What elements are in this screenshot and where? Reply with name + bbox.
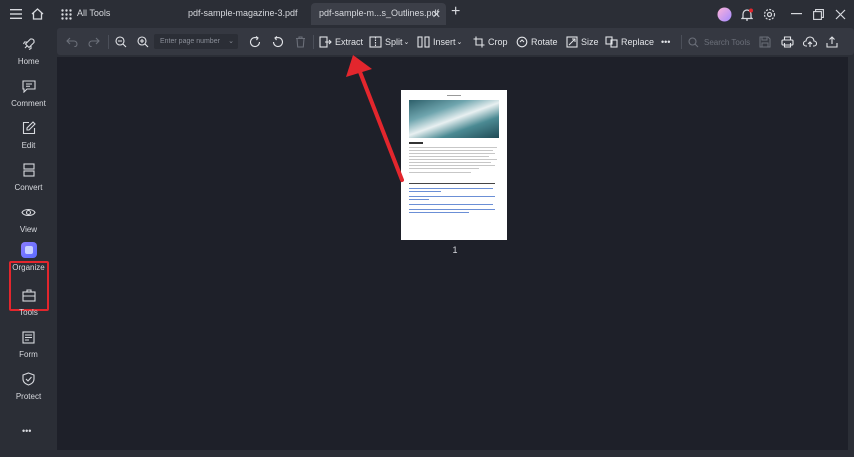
- sidebar-item-view[interactable]: View: [0, 201, 57, 241]
- annotation-arrow: [346, 55, 404, 182]
- all-tools-label[interactable]: All Tools: [77, 8, 110, 18]
- sidebar-item-label: Protect: [15, 392, 42, 401]
- share-icon[interactable]: [826, 34, 841, 50]
- home-icon[interactable]: [29, 6, 45, 22]
- zoom-in-icon[interactable]: [137, 34, 152, 50]
- rotate-icon: [516, 36, 528, 48]
- toolbar-divider: [313, 35, 314, 49]
- search-icon: [688, 36, 699, 47]
- tab-magazine[interactable]: pdf-sample-magazine-3.pdf: [188, 8, 298, 18]
- split-icon: [369, 36, 382, 48]
- avatar[interactable]: [716, 6, 732, 22]
- thumb-link-line: [409, 204, 493, 205]
- vertical-scrollbar[interactable]: [848, 57, 854, 450]
- insert-label: Insert: [433, 37, 456, 47]
- thumb-link-line: [409, 196, 495, 197]
- sidebar-item-label: Comment: [11, 99, 46, 108]
- print-icon[interactable]: [781, 34, 797, 50]
- toolbar-divider: [108, 35, 109, 49]
- rotate-left-icon[interactable]: [249, 34, 264, 50]
- tab-outlines-label: pdf-sample-m...s_Outlines.pdf: [319, 8, 440, 18]
- zoom-out-icon[interactable]: [115, 34, 130, 50]
- hamburger-menu-icon[interactable]: [8, 6, 24, 22]
- organize-toolbar: Enter page number ⌄ Extract Split ⌄ Inse…: [57, 28, 854, 55]
- crop-icon: [473, 36, 485, 48]
- all-tools-grid-icon[interactable]: [58, 6, 74, 22]
- toolbox-icon: [21, 287, 37, 303]
- toolbar-divider: [681, 35, 682, 49]
- size-icon: [566, 36, 578, 48]
- extract-button[interactable]: Extract: [319, 34, 363, 50]
- split-button[interactable]: Split ⌄: [369, 34, 409, 50]
- save-icon[interactable]: [759, 34, 774, 50]
- insert-icon: [417, 36, 430, 48]
- form-icon: [21, 329, 37, 345]
- sidebar-item-label: Home: [17, 57, 40, 66]
- delete-page-icon[interactable]: [295, 34, 309, 50]
- sidebar-item-label: Organize: [12, 263, 45, 272]
- undo-icon[interactable]: [66, 34, 81, 50]
- replace-icon: [605, 36, 618, 48]
- split-label: Split: [385, 37, 403, 47]
- bell-icon[interactable]: [739, 6, 755, 22]
- minimize-icon[interactable]: [788, 6, 804, 22]
- sidebar-item-home[interactable]: Home: [0, 33, 57, 73]
- sidebar-item-form[interactable]: Form: [0, 326, 57, 366]
- sidebar-item-label: Form: [19, 350, 38, 359]
- chevron-down-icon[interactable]: ⌄: [228, 37, 234, 45]
- redo-icon[interactable]: [88, 34, 103, 50]
- extract-label: Extract: [335, 37, 364, 47]
- tab-close-icon[interactable]: ✕: [432, 8, 441, 21]
- comment-icon: [21, 78, 37, 94]
- organize-icon: [20, 242, 37, 258]
- rocket-icon: [21, 36, 37, 52]
- sidebar-item-tools[interactable]: Tools: [0, 284, 57, 324]
- close-window-icon[interactable]: [832, 6, 848, 22]
- size-label: Size: [581, 37, 599, 47]
- settings-gear-icon[interactable]: [761, 6, 777, 22]
- sidebar-item-label: Convert: [14, 183, 43, 192]
- rotate-button[interactable]: Rotate: [516, 34, 558, 50]
- sidebar-item-comment[interactable]: Comment: [0, 75, 57, 115]
- thumb-link-line: [409, 209, 495, 210]
- size-button[interactable]: Size: [566, 34, 599, 50]
- insert-button[interactable]: Insert ⌄: [417, 34, 462, 50]
- page-number-input[interactable]: Enter page number ⌄: [154, 34, 238, 49]
- rotate-label: Rotate: [531, 37, 558, 47]
- sidebar-item-label: Edit: [21, 141, 36, 150]
- cloud-upload-icon[interactable]: [803, 34, 820, 50]
- rotate-right-icon[interactable]: [272, 34, 287, 50]
- chevron-down-icon: ⌄: [456, 39, 463, 46]
- more-options-icon[interactable]: •••: [661, 34, 670, 50]
- shield-icon: [21, 371, 37, 387]
- sidebar-item-label: Tools: [19, 308, 38, 317]
- tab-outlines-active[interactable]: pdf-sample-m...s_Outlines.pdf ✕: [311, 3, 446, 25]
- crop-button[interactable]: Crop: [473, 34, 508, 50]
- chevron-down-icon: ⌄: [403, 39, 410, 46]
- page-number-placeholder: Enter page number: [160, 38, 220, 45]
- edit-icon: [21, 120, 37, 136]
- search-tools-input[interactable]: Search Tools: [688, 34, 750, 50]
- sidebar-item-label: View: [19, 225, 38, 234]
- search-tools-placeholder: Search Tools: [704, 37, 751, 47]
- sidebar-item-organize[interactable]: Organize: [0, 239, 57, 279]
- sidebar-item-protect[interactable]: Protect: [0, 368, 57, 408]
- replace-button[interactable]: Replace: [605, 34, 654, 50]
- thumb-link-line: [409, 199, 429, 200]
- new-tab-icon[interactable]: +: [451, 3, 460, 21]
- extract-icon: [319, 36, 332, 48]
- sidebar-item-edit[interactable]: Edit: [0, 117, 57, 157]
- crop-label: Crop: [488, 37, 508, 47]
- page-number-label: 1: [452, 245, 458, 255]
- restore-window-icon[interactable]: [810, 6, 826, 22]
- convert-icon: [21, 162, 37, 178]
- thumb-link-line: [409, 212, 469, 213]
- left-sidebar: Home Comment Edit Convert View Organize …: [0, 28, 57, 457]
- page-thumbnail-area: 1: [57, 55, 848, 450]
- sidebar-item-convert[interactable]: Convert: [0, 159, 57, 199]
- sidebar-more-icon[interactable]: •••: [22, 426, 31, 436]
- title-bar: All Tools pdf-sample-magazine-3.pdf pdf-…: [0, 0, 854, 28]
- replace-label: Replace: [621, 37, 655, 47]
- eye-icon: [21, 204, 37, 220]
